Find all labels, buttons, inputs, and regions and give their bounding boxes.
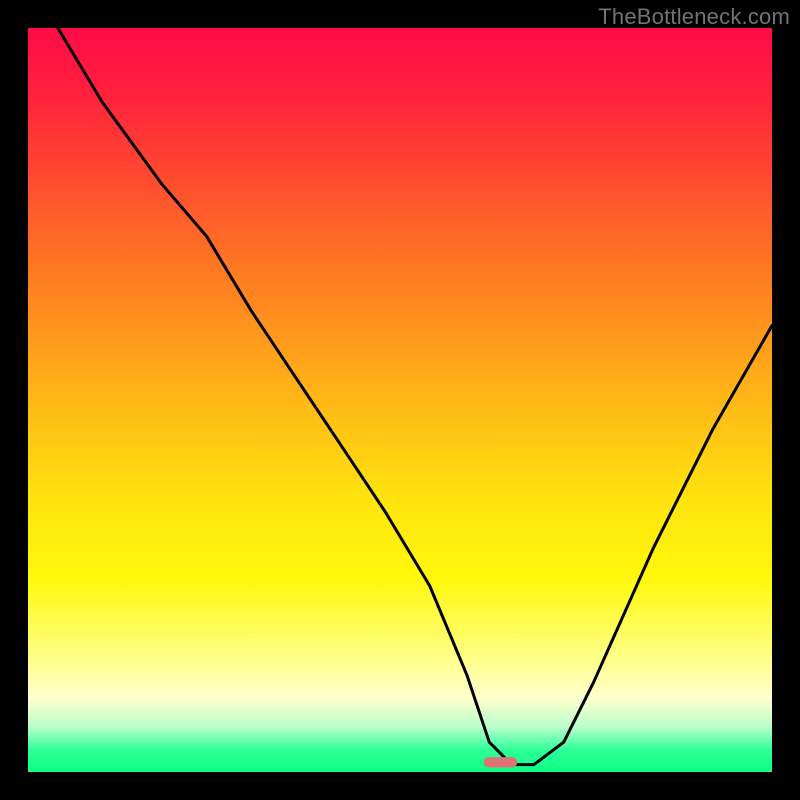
watermark-text: TheBottleneck.com — [598, 4, 790, 30]
plot-area — [28, 28, 772, 772]
chart-svg — [28, 28, 772, 772]
bottleneck-curve — [58, 28, 772, 765]
chart-container: TheBottleneck.com — [0, 0, 800, 800]
optimum-marker — [484, 757, 518, 767]
